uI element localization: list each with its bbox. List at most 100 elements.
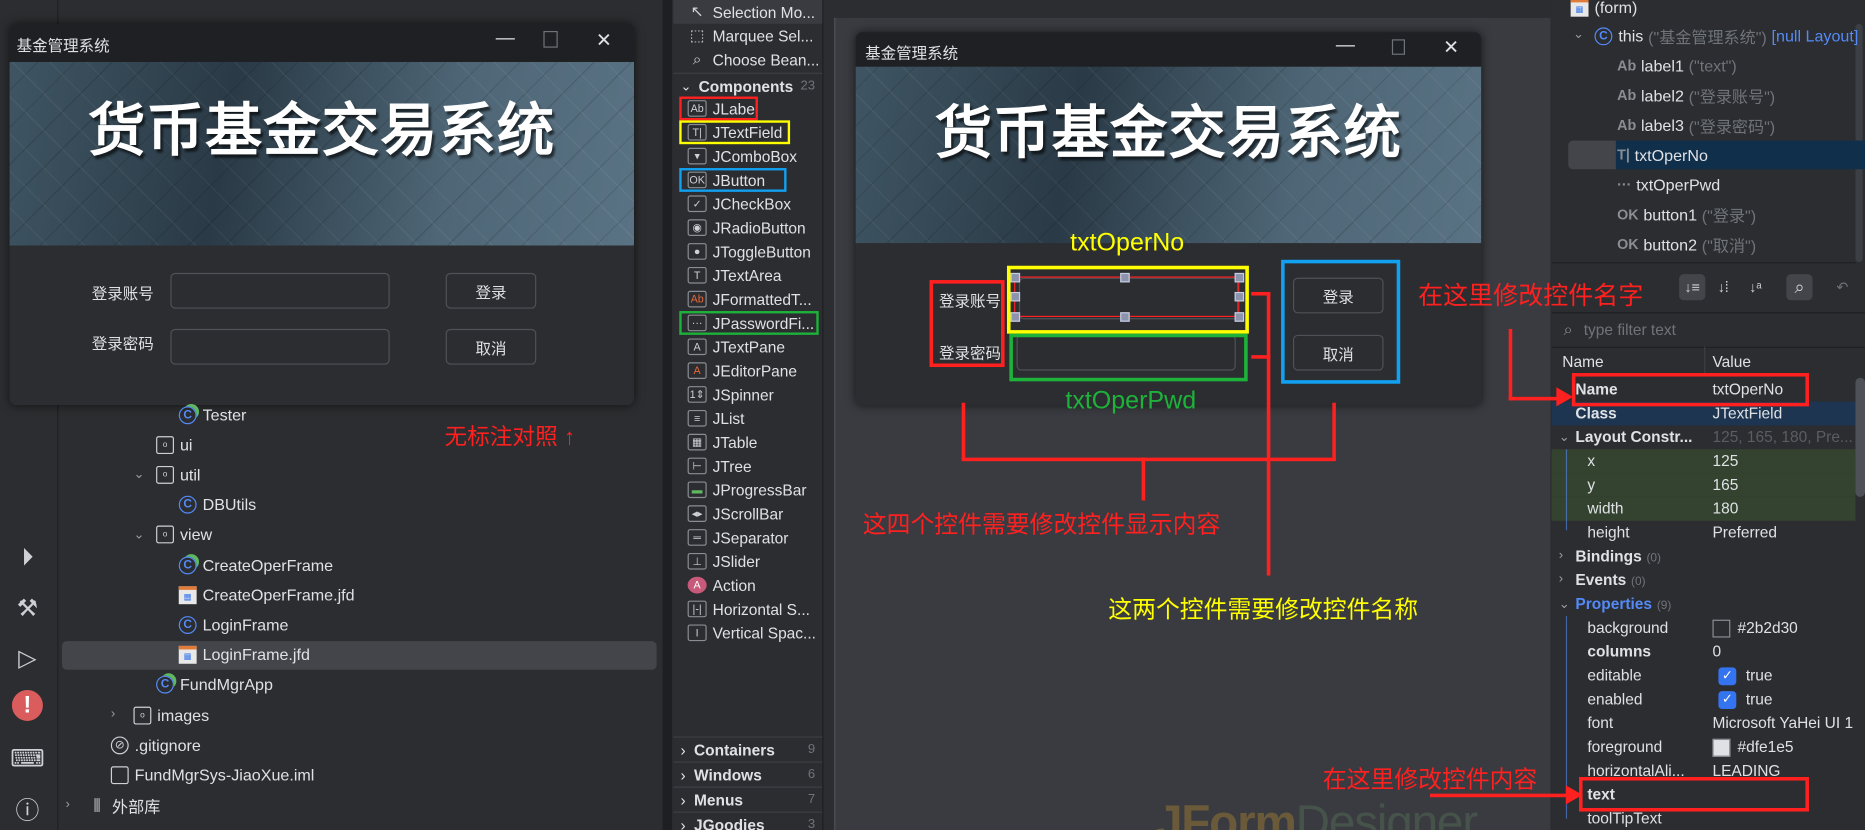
sort-grouped-icon[interactable]: ↓⁞	[1710, 274, 1736, 300]
palette-item-jcombobox[interactable]: ▾ JComboBox	[673, 144, 822, 168]
tree-item[interactable]: ⊘ .gitignore	[110, 731, 201, 760]
notifications-icon[interactable]: ⓘ	[10, 790, 46, 826]
tree-item[interactable]: ▦ CreateOperFrame.jfd	[178, 581, 355, 610]
tree-item[interactable]: C FundMgrApp	[156, 671, 273, 700]
build-hammer-icon[interactable]: ⚒	[10, 590, 46, 626]
tree-item[interactable]: C DBUtils	[178, 490, 256, 519]
checkbox[interactable]: ✓	[1718, 667, 1737, 686]
tree-item[interactable]: C CreateOperFrame	[178, 551, 333, 580]
chevron-right-icon[interactable]: ›	[1559, 572, 1563, 586]
maximize-icon[interactable]	[543, 30, 558, 48]
property-value[interactable]: 125, 165, 180, Pre...	[1712, 428, 1852, 446]
palette-item-jtree[interactable]: ⊢ JTree	[673, 454, 822, 478]
palette-item-jtextpane[interactable]: A JTextPane	[673, 335, 822, 359]
palette-item-jtogglebutton[interactable]: ● JToggleButton	[673, 240, 822, 264]
property-value[interactable]: #2b2d30	[1712, 618, 1798, 638]
property-value[interactable]: 180	[1712, 499, 1738, 517]
column-name-header[interactable]: Name	[1562, 353, 1603, 371]
tree-item[interactable]: C LoginFrame	[178, 611, 288, 640]
property-value[interactable]: ✓ true	[1712, 666, 1773, 686]
chevron-down-icon[interactable]: ⌄	[133, 466, 144, 482]
palette-item-jtextarea[interactable]: T JTextArea	[673, 263, 822, 287]
property-value[interactable]: Microsoft YaHei UI 1	[1712, 714, 1853, 732]
palette-group-jgoodies[interactable]: › JGoodies 3	[673, 811, 823, 830]
chevron-down-icon[interactable]: ⌄	[1559, 596, 1570, 611]
tree-component-node[interactable]: OK button1 ("登录")	[1617, 200, 1756, 229]
preview-password-field[interactable]	[170, 328, 390, 365]
palette-item-jlist[interactable]: ≡ JList	[673, 406, 822, 430]
property-value[interactable]: 165	[1712, 475, 1738, 493]
tree-item[interactable]: ⫼ 外部库	[88, 791, 161, 820]
preview-login-button[interactable]: 登录	[445, 272, 537, 309]
tree-component-node[interactable]: T| txtOperNo	[1617, 141, 1708, 170]
palette-item-jeditorpane[interactable]: A JEditorPane	[673, 359, 822, 383]
services-icon[interactable]: ⏵	[10, 540, 46, 576]
palette-item-jprogressbar[interactable]: ▬ JProgressBar	[673, 478, 822, 502]
sort-categorized-icon[interactable]: ↓≡	[1679, 274, 1706, 301]
property-row-layoutconstr[interactable]: ⌄ Layout Constr... 125, 165, 180, Pre...	[1552, 425, 1856, 449]
color-swatch[interactable]	[1712, 619, 1731, 638]
chevron-down-icon[interactable]: ⌄	[1573, 26, 1584, 41]
undo-icon[interactable]: ↶	[1829, 274, 1855, 300]
search-icon[interactable]: ⌕	[1786, 274, 1813, 301]
filter-input[interactable]: ⌕ type filter text	[1551, 312, 1865, 348]
preview-cancel-button[interactable]: 取消	[445, 328, 537, 365]
palette-item-jscrollbar[interactable]: ◂▸ JScrollBar	[673, 502, 822, 526]
palette-tool[interactable]: ⌕ Choose Bean...	[673, 48, 822, 72]
tree-component-node[interactable]: OK button2 ("取消")	[1617, 230, 1756, 259]
property-row-properties[interactable]: ⌄ Properties (9)	[1552, 592, 1856, 616]
palette-group-windows[interactable]: › Windows 6	[673, 761, 823, 786]
palette-item-jformattedt[interactable]: Ab JFormattedT...	[673, 287, 822, 311]
property-row-y[interactable]: y 165	[1551, 473, 1856, 497]
palette-item-jseparator[interactable]: ═ JSeparator	[673, 526, 822, 550]
tree-this-node[interactable]: Cthis ("基金管理系统") [null Layout]	[1594, 21, 1858, 50]
project-tree-scrollbar[interactable]	[662, 0, 673, 830]
preview-account-field[interactable]	[170, 272, 390, 309]
chevron-right-icon[interactable]: ›	[111, 707, 115, 721]
property-row-enabled[interactable]: enabled ✓ true	[1552, 688, 1856, 712]
chevron-right-icon[interactable]: ›	[1559, 548, 1563, 562]
chevron-down-icon[interactable]: ⌄	[1559, 429, 1570, 444]
tree-form-node[interactable]: ▦ (form)	[1570, 0, 1637, 21]
palette-group-containers[interactable]: › Containers 9	[673, 736, 823, 761]
color-swatch[interactable]	[1712, 738, 1731, 757]
palette-item-horizontals[interactable]: |-| Horizontal S...	[673, 597, 822, 621]
designer-banner[interactable]: 货币基金交易系统	[855, 66, 1482, 244]
close-icon[interactable]: ✕	[596, 29, 612, 53]
tree-item[interactable]: o ui	[156, 430, 192, 459]
tree-item[interactable]: FundMgrSys-JiaoXue.iml	[110, 761, 314, 790]
palette-item-jcheckbox[interactable]: ✓ JCheckBox	[673, 192, 822, 216]
palette-tool[interactable]: ↖ Selection Mo...	[673, 0, 823, 24]
property-value[interactable]: ✓ true	[1712, 690, 1773, 710]
palette-item-verticalspac[interactable]: I Vertical Spac...	[673, 621, 822, 645]
property-row-height[interactable]: height Preferred	[1552, 521, 1856, 545]
tree-item[interactable]: o view	[156, 521, 212, 550]
tree-item[interactable]: C Tester	[178, 400, 246, 429]
property-row-width[interactable]: width 180	[1551, 496, 1856, 521]
palette-group-menus[interactable]: › Menus 7	[673, 786, 823, 812]
property-value[interactable]: #dfe1e5	[1712, 738, 1793, 757]
chevron-down-icon[interactable]: ⌄	[133, 526, 144, 542]
checkbox[interactable]: ✓	[1718, 691, 1737, 710]
minimize-icon[interactable]: —	[496, 29, 515, 50]
tree-item[interactable]: ▦ LoginFrame.jfd	[178, 641, 310, 670]
tree-component-node[interactable]: Ab label3 ("登录密码")	[1617, 111, 1775, 140]
property-value[interactable]: Preferred	[1712, 523, 1777, 541]
properties-scrollbar[interactable]	[1855, 377, 1865, 497]
palette-item-action[interactable]: A Action	[673, 573, 822, 597]
run-icon[interactable]: ▷	[10, 640, 46, 676]
palette-item-jtable[interactable]: ▦ JTable	[673, 430, 822, 454]
tree-component-node[interactable]: Ab label2 ("登录账号")	[1617, 81, 1775, 110]
property-row-events[interactable]: › Events (0)	[1552, 568, 1856, 592]
tree-item[interactable]: o util	[156, 460, 201, 489]
palette-group-components[interactable]: ⌄ Components 23	[673, 72, 823, 98]
chevron-right-icon[interactable]: ›	[66, 797, 70, 811]
tree-component-node[interactable]: Ab label1 ("text")	[1617, 51, 1737, 80]
sort-alpha-icon[interactable]: ↓ᵃ	[1742, 274, 1768, 300]
tree-component-node[interactable]: ··· txtOperPwd	[1617, 170, 1720, 199]
tree-item[interactable]: o images	[133, 701, 209, 730]
property-value[interactable]: 125	[1712, 452, 1738, 470]
property-row-bindings[interactable]: › Bindings (0)	[1552, 545, 1856, 569]
palette-item-jradiobutton[interactable]: ◉ JRadioButton	[673, 216, 822, 240]
property-row-background[interactable]: background #2b2d30	[1552, 616, 1856, 640]
